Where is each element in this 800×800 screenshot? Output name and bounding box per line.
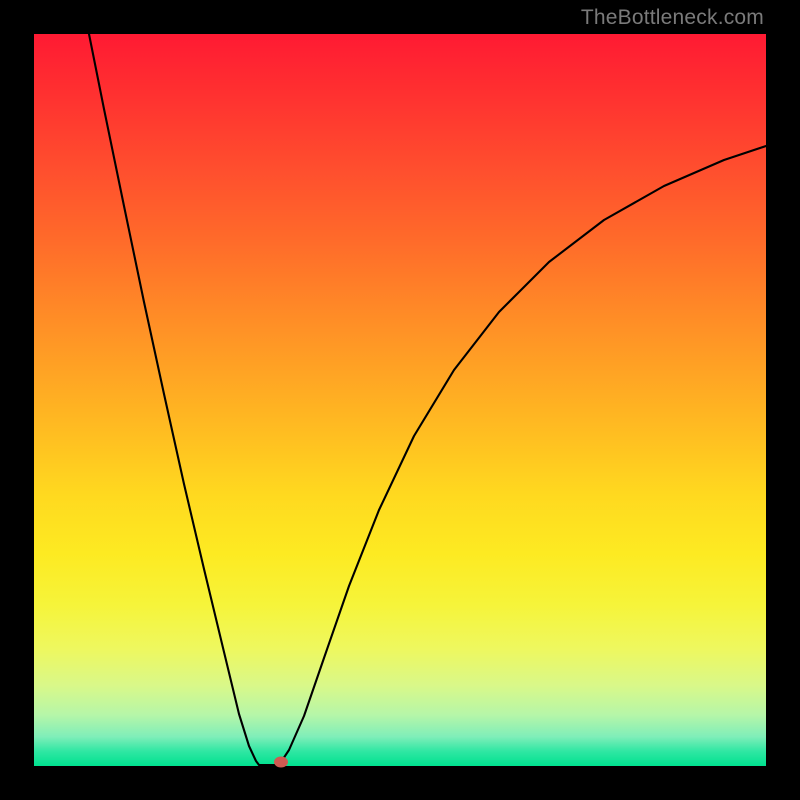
plot-area [34, 34, 766, 766]
chart-frame: TheBottleneck.com [0, 0, 800, 800]
curve-path [89, 34, 766, 765]
minimum-marker [274, 757, 288, 768]
bottleneck-curve [34, 34, 766, 766]
watermark-text: TheBottleneck.com [581, 6, 764, 30]
